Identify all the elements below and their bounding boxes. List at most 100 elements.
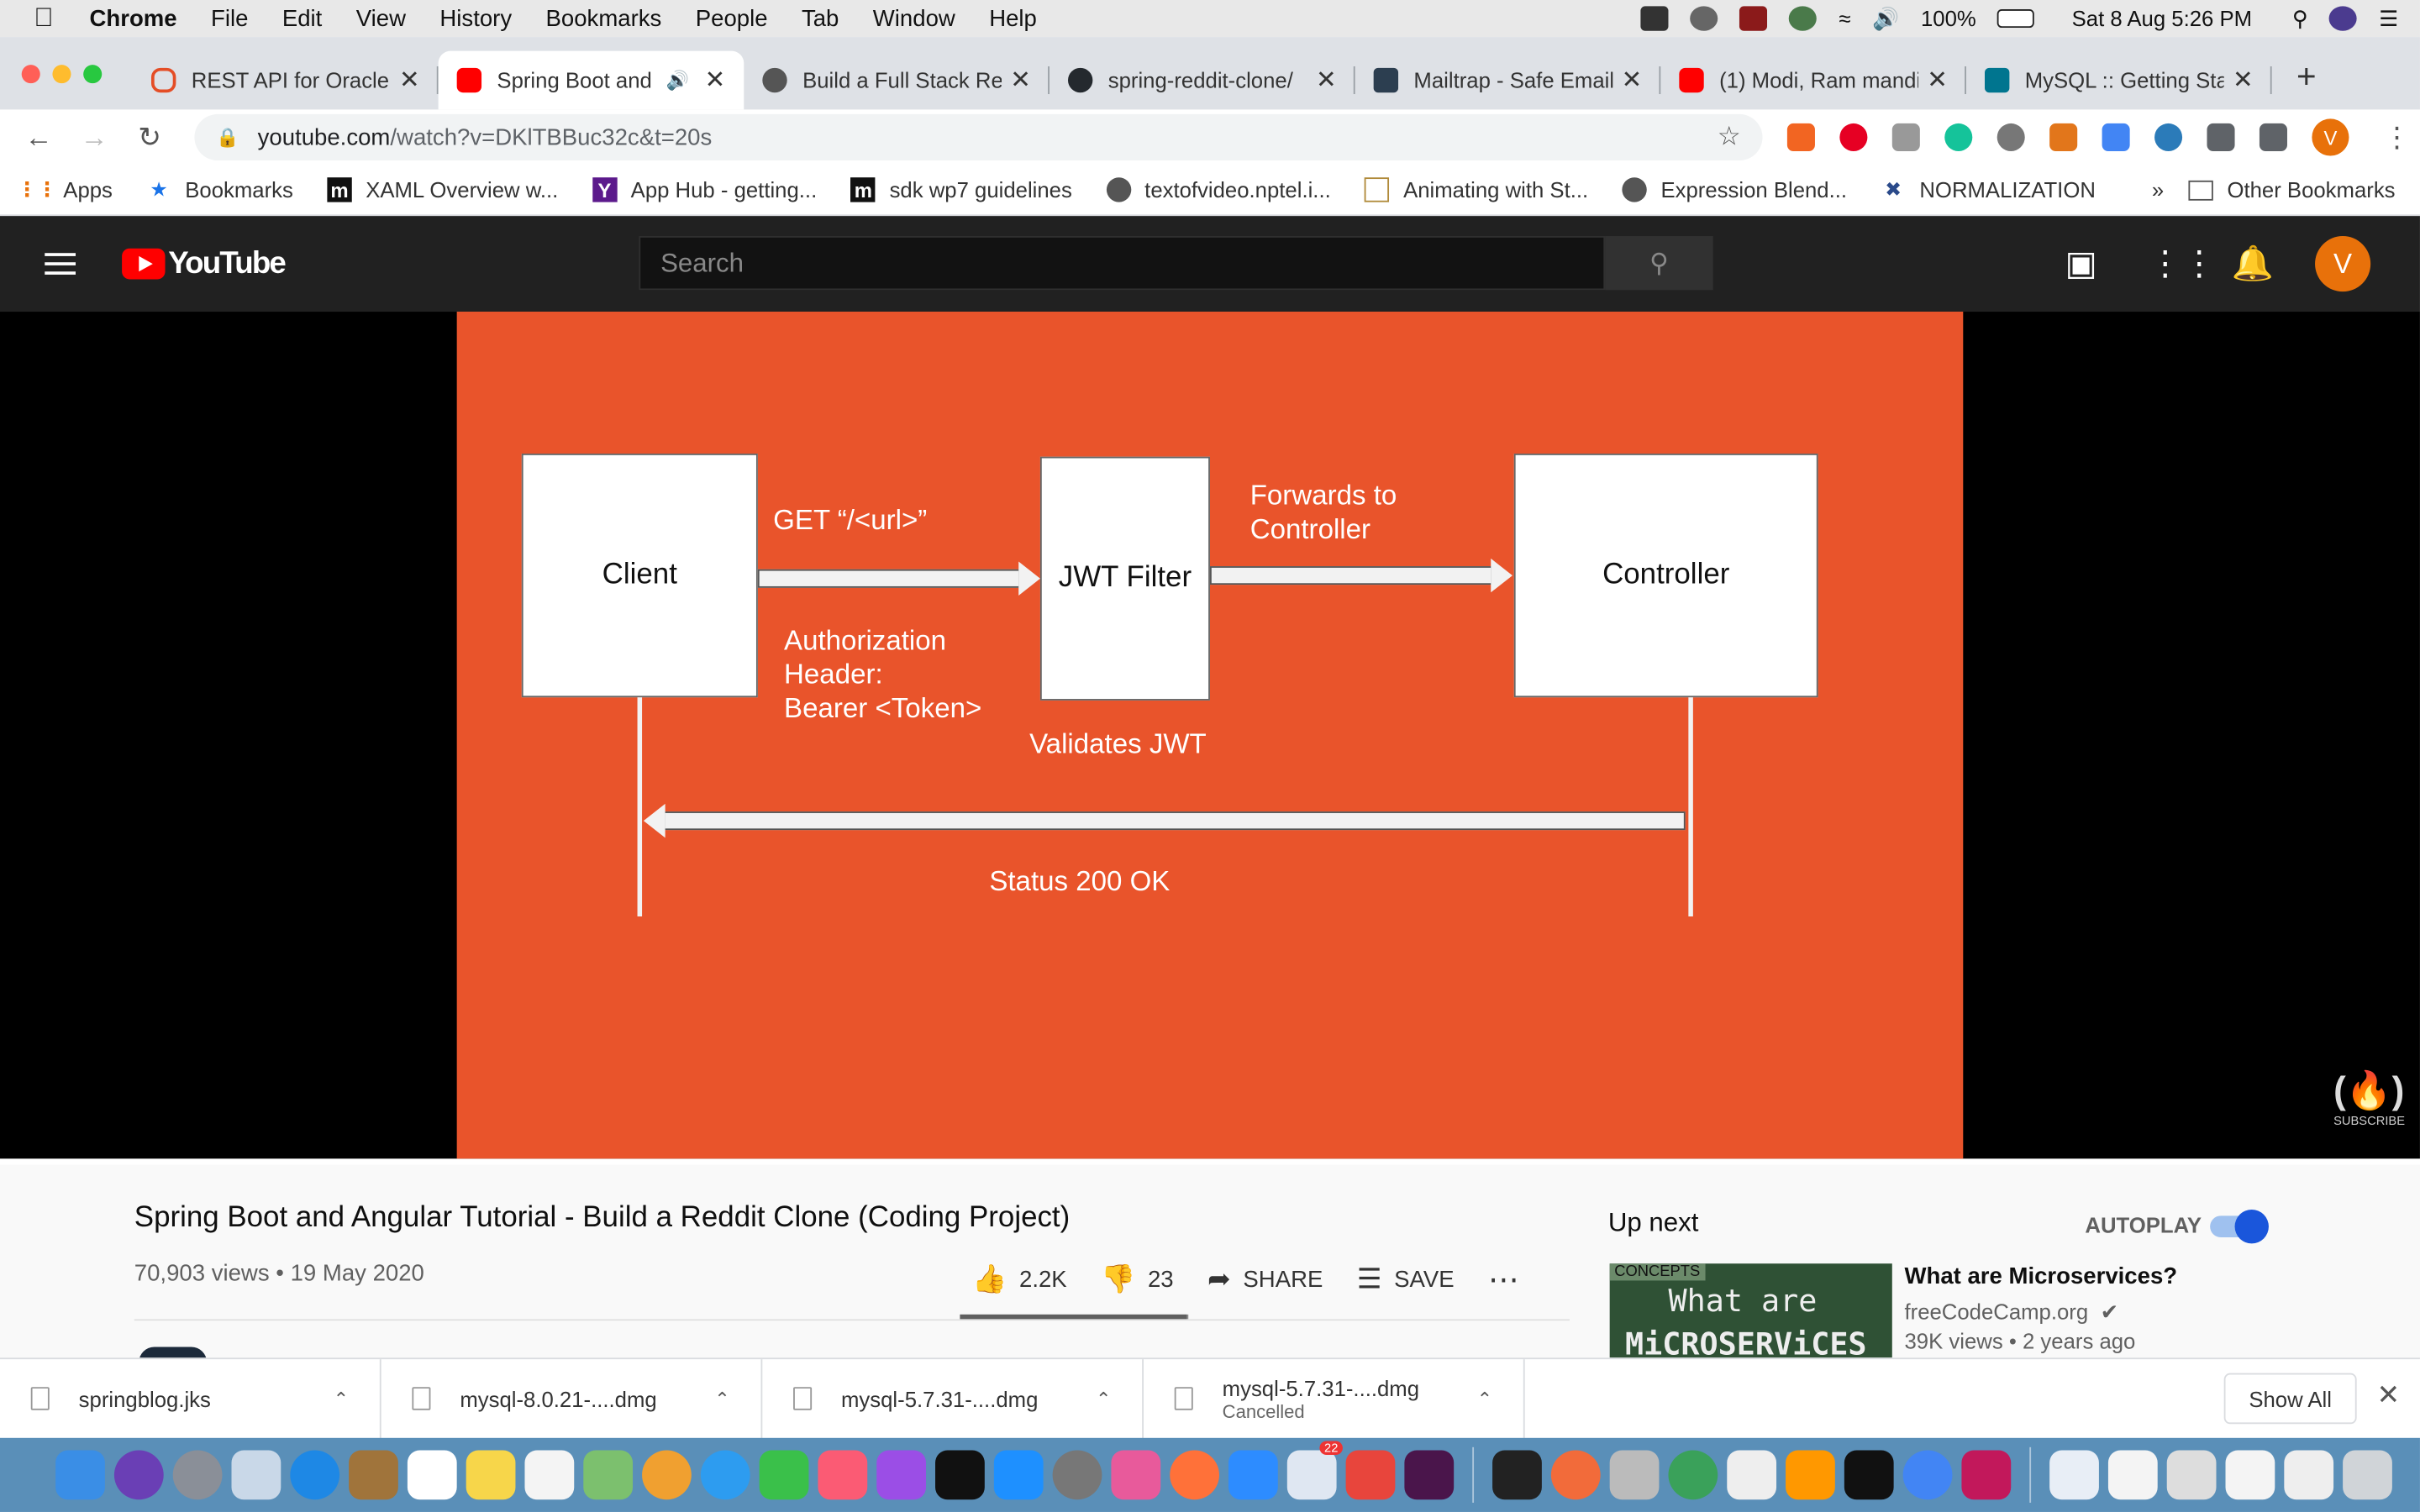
share-button[interactable]: ➦ SHARE [1207,1263,1323,1296]
profile-avatar[interactable]: V [2312,118,2349,156]
chevron-up-icon[interactable]: ⌃ [714,1388,729,1410]
translate-extension-icon[interactable] [2102,123,2130,151]
download-item[interactable]: mysql-8.0.21-....dmg ⌃ [381,1358,763,1439]
show-all-downloads-button[interactable]: Show All [2223,1373,2357,1425]
siri-icon[interactable] [2329,6,2358,31]
music-icon[interactable] [818,1450,868,1500]
chevron-up-icon[interactable]: ⌃ [334,1388,349,1410]
system-preferences-icon[interactable] [1052,1450,1102,1500]
recommended-channel[interactable]: freeCodeCamp.org ✔ [1904,1299,2118,1326]
other-bookmarks[interactable]: Other Bookmarks [2188,177,2396,202]
slack-icon[interactable] [1404,1450,1455,1500]
calendar-icon[interactable] [407,1450,457,1500]
battery-icon[interactable] [1997,9,2035,29]
lock-icon[interactable]: 🔒 [216,127,239,149]
zoom-window-button[interactable] [83,65,103,84]
sketch-icon[interactable] [1550,1450,1601,1500]
bookmarks-overflow-button[interactable]: » [2152,177,2164,202]
bookmark-animating[interactable]: Animating with St... [1365,177,1588,202]
media-queue-icon[interactable] [2259,123,2287,151]
app-store-icon[interactable] [993,1450,1044,1500]
bookmark-textofvideo[interactable]: textofvideo.nptel.i... [1106,177,1331,202]
grammarly-extension-icon[interactable] [1944,123,1973,151]
download-item[interactable]: mysql-5.7.31-....dmg Cancelled ⌃ [1144,1358,1525,1439]
zoom-icon[interactable] [1228,1450,1278,1500]
tab-modi-ram-mandir[interactable]: (1) Modi, Ram mandi ✕ [1660,51,1966,110]
shield-status-icon[interactable] [1739,6,1768,31]
menu-edit[interactable]: Edit [282,5,322,31]
recommended-title[interactable]: What are Microservices? [1904,1263,2177,1289]
console-icon[interactable] [1492,1450,1542,1500]
bookmark-star-icon[interactable]: ☆ [1718,122,1741,153]
apple-menu-icon[interactable]:  [34,4,58,33]
tab-spring-reddit-clone[interactable]: spring-reddit-clone/ ✕ [1050,51,1355,110]
zoom-status-icon[interactable] [1641,6,1670,31]
launchpad-icon[interactable] [172,1450,223,1500]
maps-icon[interactable] [583,1450,634,1500]
address-bar[interactable]: 🔒 youtube.com /watch?v=DKlTBBuc32c&t=20s… [194,113,1763,161]
bookmark-sdk-wp7[interactable]: m sdk wp7 guidelines [850,177,1072,202]
tab-mysql-getting-started[interactable]: MySQL :: Getting Sta ✕ [1966,51,2272,110]
preview-icon[interactable] [231,1450,281,1500]
volume-icon[interactable]: 🔊 [1872,5,1899,31]
menu-tab[interactable]: Tab [802,5,839,31]
dislike-button[interactable]: 👎 23 [1101,1263,1174,1296]
sublime-text-icon[interactable] [1786,1450,1835,1500]
video-player[interactable]: Client JWT Filter Controller GET “/<url>… [0,312,2420,1159]
close-window-button[interactable] [21,65,40,84]
create-video-icon[interactable]: ▣ [2065,244,2097,284]
tab-spring-boot[interactable]: Spring Boot and 🔊 ✕ [438,50,744,110]
close-tab-icon[interactable]: ✕ [1622,65,1643,96]
download-item[interactable]: springblog.jks ⌃ [0,1358,381,1439]
safari-icon[interactable] [290,1450,340,1500]
firefox-icon[interactable] [1170,1450,1219,1500]
minimize-window-button[interactable] [52,65,71,84]
menu-window[interactable]: Window [873,5,955,31]
metamask-extension-icon[interactable] [2049,123,2078,151]
tab-mailtrap[interactable]: Mailtrap - Safe Email ✕ [1355,51,1661,110]
new-tab-button[interactable]: + [2296,57,2317,97]
intellij-icon[interactable] [1961,1450,2012,1500]
podcasts-icon[interactable] [876,1450,927,1500]
chevron-up-icon[interactable]: ⌃ [1477,1388,1492,1410]
tab-audio-icon[interactable]: 🔊 [666,70,689,92]
bookmark-expression-blend[interactable]: Expression Blend... [1622,177,1847,202]
clock[interactable]: Sat 8 Aug 5:26 PM [2072,6,2252,30]
reminders-icon[interactable] [524,1450,575,1500]
youtube-search-input[interactable]: Search [639,236,1606,291]
spotlight-icon[interactable]: ⚲ [2292,5,2308,31]
apps-grid-icon[interactable]: ⋮⋮ [2149,244,2217,284]
tab-rest-api-oracle[interactable]: REST API for Oracle ✕ [133,51,439,110]
siri-icon[interactable] [113,1450,164,1500]
close-tab-icon[interactable]: ✕ [2233,65,2254,96]
circle-extension-icon[interactable] [1996,123,2025,151]
close-downloads-icon[interactable]: ✕ [2377,1379,2401,1412]
notes-icon[interactable] [466,1450,516,1500]
close-tab-icon[interactable]: ✕ [399,65,420,96]
youtube-logo[interactable]: YouTube [122,246,287,281]
bookmark-apps[interactable]: ⋮⋮ Apps [17,177,113,202]
puzzle-extension-icon[interactable] [2207,123,2235,151]
apple-tv-icon[interactable] [935,1450,985,1500]
menu-file[interactable]: File [211,5,248,31]
hamburger-menu-icon[interactable] [45,253,76,275]
finder-icon[interactable] [55,1450,105,1500]
download-item[interactable]: mysql-5.7.31-....dmg ⌃ [762,1358,1144,1439]
youtube-search-button[interactable]: ⚲ [1605,236,1713,291]
close-tab-icon[interactable]: ✕ [705,65,726,96]
window-thumbnail-icon[interactable] [2225,1450,2275,1500]
photos-icon[interactable] [642,1450,692,1500]
close-tab-icon[interactable]: ✕ [1316,65,1337,96]
chevron-up-icon[interactable]: ⌃ [1096,1388,1111,1410]
bookmark-normalization[interactable]: ✖ NORMALIZATION [1881,177,2096,202]
menu-history[interactable]: History [439,5,512,31]
recommended-thumbnail[interactable]: CONCEPTS What are MiCROSERViCES [1609,1263,1892,1358]
menu-bookmarks[interactable]: Bookmarks [546,5,662,31]
chrome-menu-icon[interactable]: ⋮ [2383,121,2411,154]
sourcetree-icon[interactable] [1668,1450,1718,1500]
autoplay-toggle[interactable] [2210,1209,2269,1244]
textedit-icon[interactable] [1727,1450,1777,1500]
youtube-avatar[interactable]: V [2315,236,2371,292]
bookmark-xaml-overview[interactable]: m XAML Overview w... [327,177,558,202]
more-actions-icon[interactable]: ⋯ [1488,1261,1519,1299]
